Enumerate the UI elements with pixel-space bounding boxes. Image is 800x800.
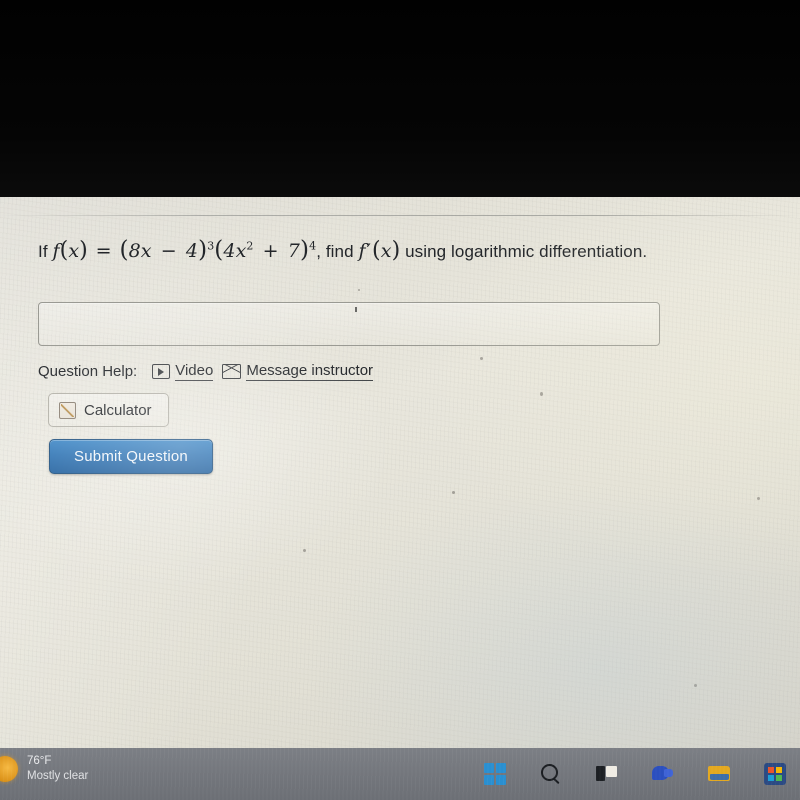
start-button[interactable] (484, 763, 506, 785)
play-video-icon (152, 364, 171, 379)
video-link-label: Video (175, 362, 214, 381)
question-help-label: Question Help: (38, 363, 138, 380)
envelope-icon (222, 364, 242, 379)
question-suffix-text: using logarithmic differentiation. (405, 242, 648, 261)
black-letterbox-top (0, 0, 800, 197)
screen-dust-speck (480, 357, 483, 360)
screen-dust-speck (355, 307, 357, 312)
screen-dust-speck (694, 684, 697, 687)
microsoft-store-icon[interactable] (764, 763, 786, 785)
calculator-button-label: Calculator (84, 401, 152, 419)
photograph-of-screen: If f(x) = (8x − 4)3(4x2 + 7)4, find f′(x… (0, 0, 800, 800)
screen-dust-speck (358, 289, 360, 291)
calculator-button[interactable]: Calculator (48, 393, 169, 427)
calculator-icon (59, 401, 76, 419)
question-middle-text: , find (316, 242, 354, 261)
video-help-link[interactable]: Video (152, 362, 214, 381)
task-view-icon[interactable] (596, 763, 618, 785)
function-notation: f(x) (52, 238, 88, 263)
equals-sign: = (95, 240, 112, 262)
screen-dust-speck (540, 392, 543, 396)
submit-button-label: Submit Question (74, 448, 188, 465)
question-statement: If f(x) = (8x − 4)3(4x2 + 7)4, find f′(x… (38, 237, 758, 263)
question-prefix: If (38, 242, 48, 261)
message-instructor-link[interactable]: Message instructor (222, 362, 374, 381)
screen-dust-speck (452, 491, 455, 494)
taskbar-icon-strip (0, 748, 800, 800)
chat-icon[interactable] (652, 763, 674, 785)
screen-area: If f(x) = (8x − 4)3(4x2 + 7)4, find f′(x… (0, 197, 800, 748)
screen-dust-speck (757, 497, 760, 500)
submit-question-button[interactable]: Submit Question (49, 439, 213, 474)
factor-one: (8x − 4)3 (119, 237, 215, 263)
file-explorer-icon[interactable] (708, 763, 730, 785)
factor-two: (4x2 + 7)4 (214, 237, 317, 263)
screen-dust-speck (303, 549, 306, 552)
message-link-label: Message instructor (246, 362, 374, 381)
windows-taskbar: 76°F Mostly clear (0, 748, 800, 800)
search-icon[interactable] (540, 763, 562, 785)
derivative-notation: f′(x) (358, 238, 401, 263)
answer-input[interactable] (38, 302, 660, 346)
question-help-row: Question Help: Video Message instructor (38, 362, 374, 381)
question-panel: If f(x) = (8x − 4)3(4x2 + 7)4, find f′(x… (0, 197, 800, 748)
